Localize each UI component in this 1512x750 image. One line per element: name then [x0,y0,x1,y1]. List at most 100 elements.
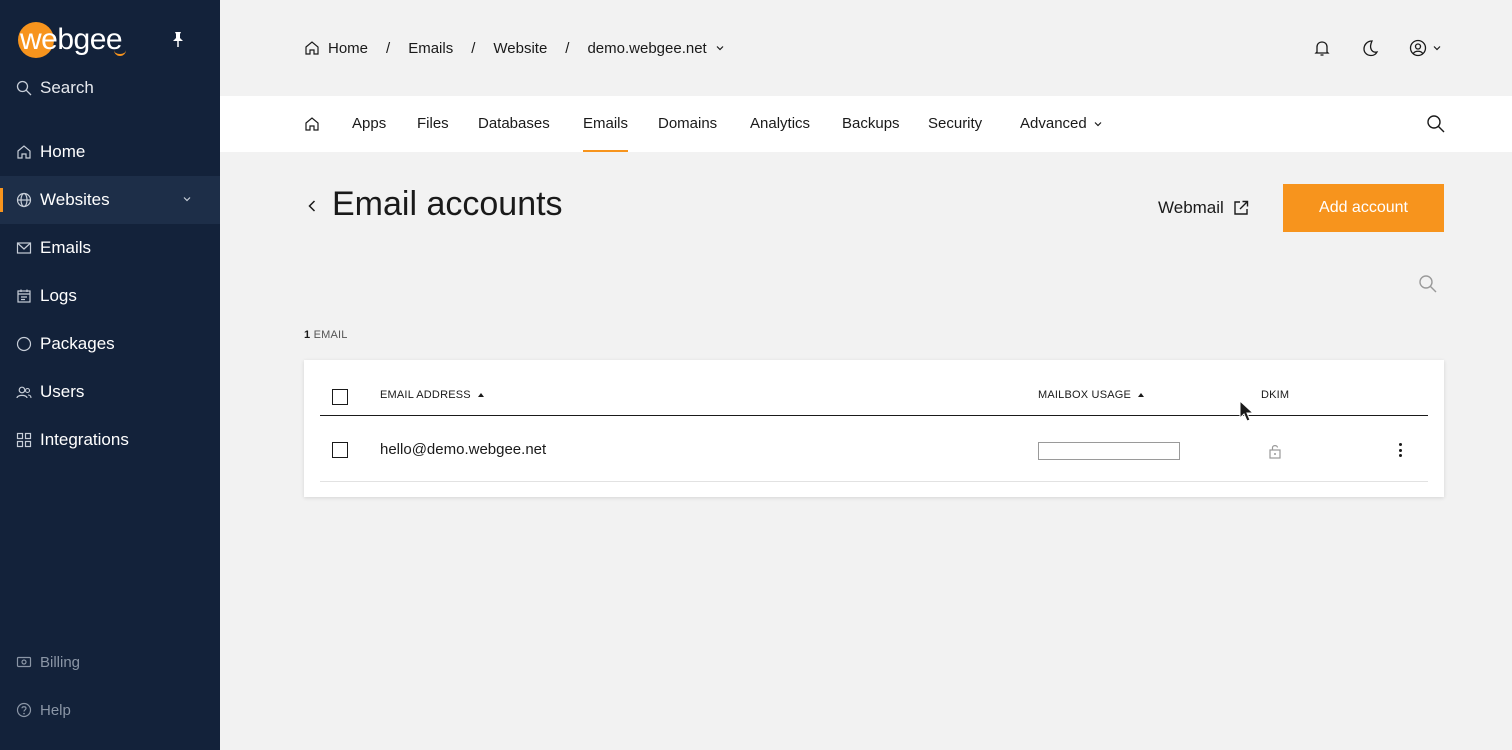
logo-text: webgee [20,23,123,56]
home-icon [17,145,31,159]
logo-row: webgee [16,20,206,60]
table-row[interactable]: hello@demo.webgee.net [320,417,1428,482]
breadcrumb-emails[interactable]: Emails [408,40,453,57]
tab-files[interactable]: Files [417,96,449,152]
sidebar-item-label: Integrations [40,430,129,449]
sidebar-search-label: Search [40,78,94,97]
tab-databases[interactable]: Databases [478,96,550,152]
email-count-label: EMAIL [313,329,348,341]
mailbox-usage-bar [1038,442,1180,460]
mail-icon [16,242,32,254]
circle-icon [16,336,32,352]
kebab-dot [1398,448,1402,452]
sidebar-item-label: Home [40,142,86,161]
email-count: 1 EMAIL [304,329,348,341]
sidebar-item-websites[interactable]: Websites [0,176,220,224]
kebab-dot [1398,454,1402,457]
kebab-dot [1398,443,1402,446]
breadcrumb-label: demo.webgee.net [587,39,707,57]
sidebar-item-label: Users [40,382,85,401]
breadcrumb-label: Home [328,39,369,57]
chevron-down-icon [1433,46,1441,51]
breadcrumb-separator: / [471,39,476,57]
tab-domains[interactable]: Domains [658,96,717,152]
users-icon [16,386,32,399]
sidebar-item-label: Emails [40,238,92,257]
search-icon [16,80,32,96]
sidebar-item-help[interactable]: Help [0,686,220,734]
billing-icon [16,656,32,668]
sidebar-item-billing[interactable]: Billing [0,638,220,686]
webmail-label: Webmail [1158,198,1224,217]
webgee-logo[interactable]: webgee [16,20,126,60]
home-icon [305,41,319,55]
sidebar-item-integrations[interactable]: Integrations [0,416,220,464]
tab-advanced[interactable]: Advanced [1020,96,1103,152]
column-label: DKIM [1261,389,1290,401]
sidebar-item-emails[interactable]: Emails [0,224,220,272]
chevron-down-icon [1094,122,1102,127]
table-header: EMAIL ADDRESS MAILBOX USAGE DKIM [320,380,1428,416]
email-table: EMAIL ADDRESS MAILBOX USAGE DKIM hello@d… [304,360,1444,497]
breadcrumb-label: Website [493,39,548,57]
breadcrumb-website[interactable]: Website [493,40,547,57]
sidebar-item-label: Billing [40,653,81,671]
email-count-number: 1 [304,329,311,341]
column-label: MAILBOX USAGE [1038,389,1132,401]
breadcrumb-home[interactable]: Home [304,40,368,57]
select-all-checkbox[interactable] [332,389,348,405]
tab-apps[interactable]: Apps [352,96,386,152]
email-address-cell[interactable]: hello@demo.webgee.net [380,441,546,458]
page-title: Email accounts [332,185,563,223]
sidebar-item-label: Help [40,701,71,719]
tabbar-search-icon[interactable] [1426,114,1446,134]
tab-home-icon[interactable] [304,116,320,132]
sidebar-item-label: Packages [40,334,115,353]
section-tabs: Apps Files Databases Emails Domains Anal… [220,96,1512,152]
moon-icon[interactable] [1360,38,1380,58]
tab-security[interactable]: Security [928,96,982,152]
sidebar-search[interactable]: Search [16,76,94,100]
sidebar-item-label: Websites [40,190,110,209]
external-link-icon [1234,200,1249,215]
add-account-button[interactable]: Add account [1283,184,1444,232]
sidebar-item-label: Logs [40,286,77,305]
sidebar-item-users[interactable]: Users [0,368,220,416]
tab-emails[interactable]: Emails [583,96,629,152]
grid-icon [16,432,32,448]
user-avatar-icon [1409,39,1427,57]
user-menu[interactable] [1408,38,1442,58]
top-header: Home / Emails / Website / demo.webgee.ne… [220,0,1512,96]
chevron-down-icon [183,197,191,202]
dkim-unlocked-icon [1269,445,1281,459]
tab-backups[interactable]: Backups [842,96,900,152]
column-mailbox-usage[interactable]: MAILBOX USAGE [1038,389,1145,401]
column-dkim: DKIM [1261,389,1289,401]
breadcrumb-separator: / [565,39,570,57]
breadcrumb-label: Emails [408,39,454,57]
calendar-icon [17,289,31,303]
sidebar-item-logs[interactable]: Logs [0,272,220,320]
help-icon [16,702,32,718]
sidebar: webgee Search Home Websites Emails Logs … [0,0,220,750]
globe-icon [16,192,32,208]
tab-analytics[interactable]: Analytics [750,96,810,152]
webmail-link[interactable]: Webmail [1158,196,1250,220]
breadcrumb-separator: / [386,39,391,57]
mouse-cursor-icon [1239,400,1255,422]
column-email-address[interactable]: EMAIL ADDRESS [380,389,485,401]
sort-up-icon [1138,393,1145,397]
bell-icon[interactable] [1312,38,1332,58]
breadcrumb-domain-selector[interactable]: demo.webgee.net [587,40,724,57]
table-search-icon[interactable] [1418,274,1438,294]
tab-advanced-label: Advanced [1020,115,1087,132]
back-chevron-icon[interactable] [304,196,320,216]
row-more-menu-icon[interactable] [1392,441,1408,459]
chevron-down-icon [716,46,724,51]
sidebar-item-packages[interactable]: Packages [0,320,220,368]
breadcrumb: Home / Emails / Website / demo.webgee.ne… [304,36,725,60]
header-actions [1312,38,1442,58]
row-checkbox[interactable] [332,442,348,458]
pin-icon[interactable] [170,30,186,50]
sidebar-item-home[interactable]: Home [0,128,220,176]
